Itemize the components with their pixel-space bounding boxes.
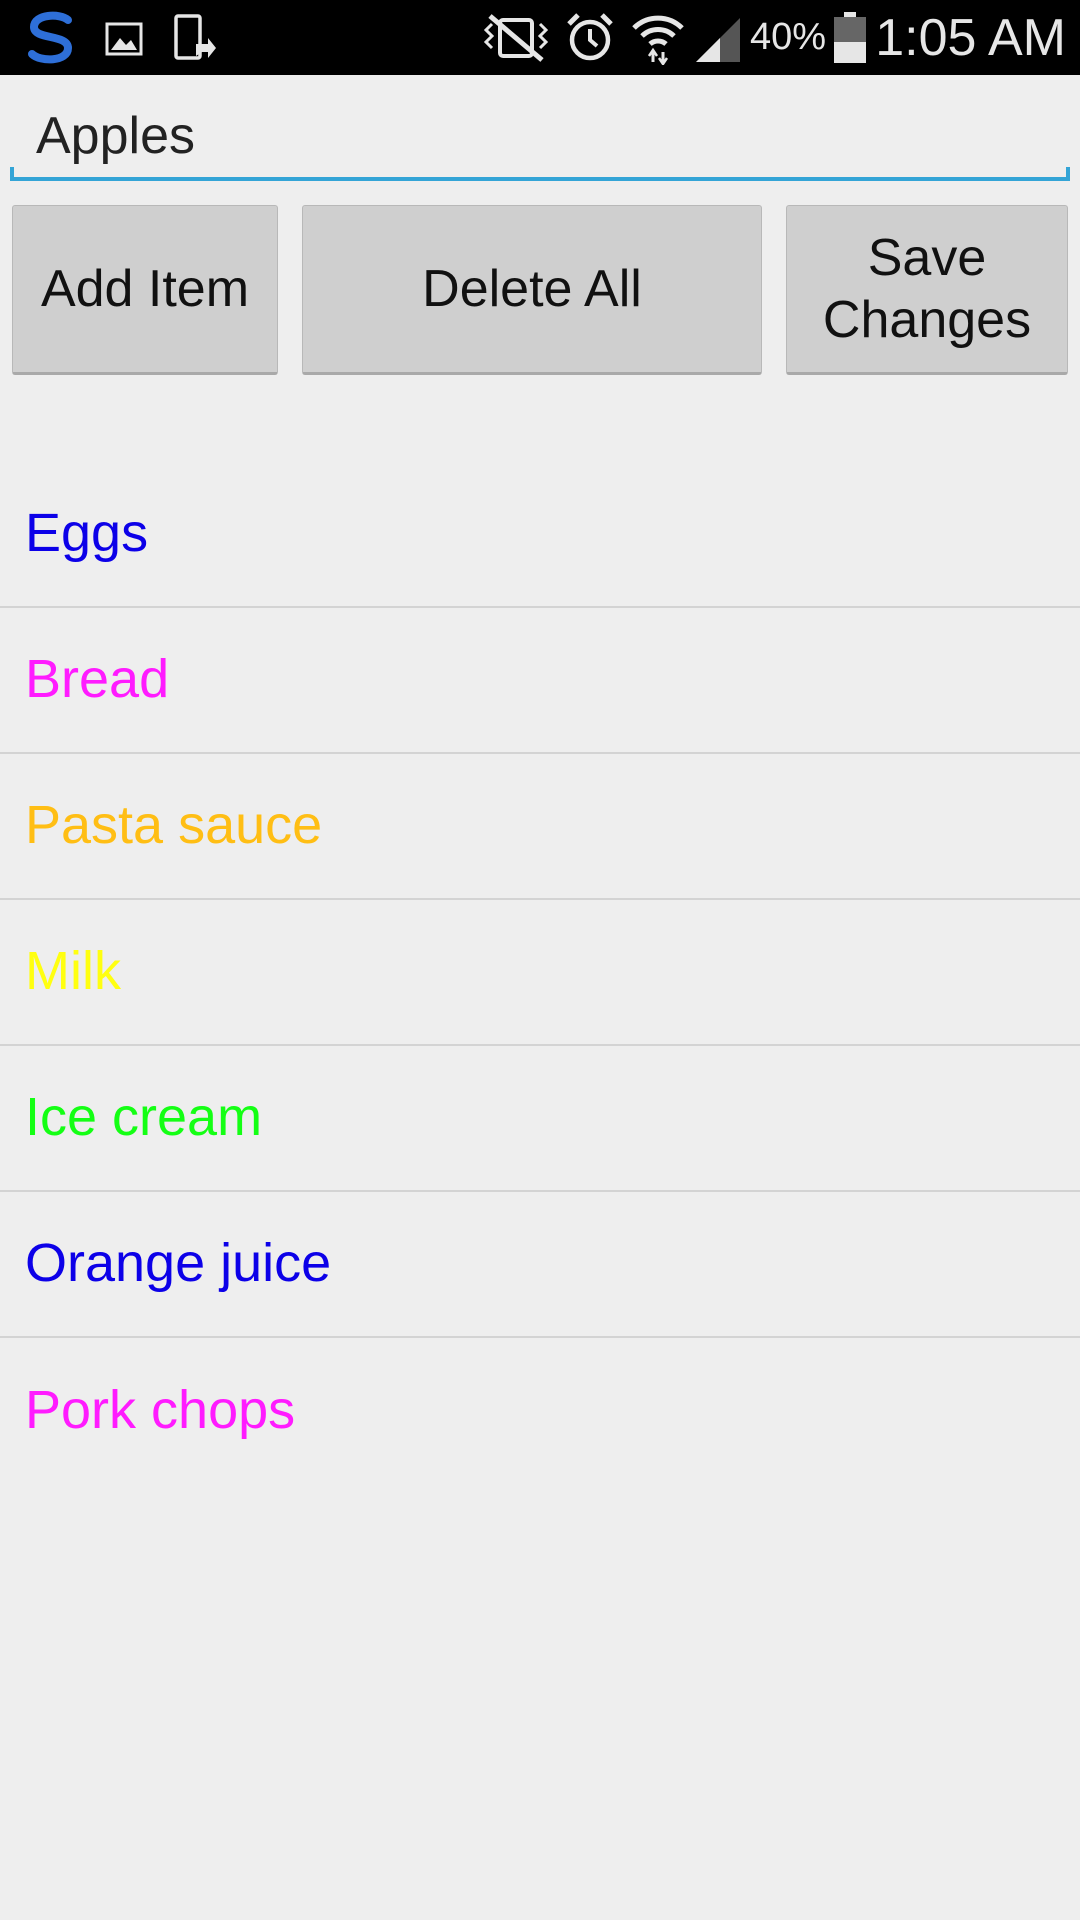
- phone-transfer-icon: [174, 14, 216, 60]
- list-item-label: Milk: [25, 941, 121, 1001]
- signal-icon: [696, 18, 740, 62]
- list-item-label: Orange juice: [25, 1233, 332, 1293]
- clock: 1:05 AM: [875, 9, 1066, 67]
- list-item-label: Pork chops: [25, 1380, 296, 1440]
- battery-icon: [834, 12, 866, 63]
- list-item-label: Ice cream: [25, 1087, 263, 1147]
- list-item[interactable]: Pasta sauce: [0, 754, 1080, 900]
- list-item[interactable]: Bread: [0, 608, 1080, 754]
- list-item-label: Bread: [25, 649, 170, 709]
- list-item[interactable]: Milk: [0, 900, 1080, 1046]
- item-input[interactable]: [10, 95, 1070, 177]
- wifi-icon: [632, 15, 684, 65]
- save-changes-button[interactable]: Save Changes: [786, 205, 1068, 375]
- app-s-icon: [28, 11, 73, 64]
- list-item-label: Pasta sauce: [25, 795, 323, 855]
- delete-all-button[interactable]: Delete All: [302, 205, 762, 375]
- app-content: Add Item Delete All Save Changes Eggs Br…: [0, 75, 1080, 1920]
- list-item[interactable]: Pork chops: [0, 1338, 1080, 1484]
- image-icon: [105, 22, 143, 56]
- list-item[interactable]: Orange juice: [0, 1192, 1080, 1338]
- add-item-button[interactable]: Add Item: [12, 205, 278, 375]
- battery-percent: 40%: [750, 16, 827, 58]
- shopping-list: Eggs Bread Pasta sauce Milk Ice cream Or…: [0, 462, 1080, 1484]
- vibrate-mute-icon: [483, 14, 549, 62]
- list-item[interactable]: Ice cream: [0, 1046, 1080, 1192]
- item-input-container: [10, 95, 1070, 181]
- alarm-icon: [567, 13, 613, 61]
- list-item[interactable]: Eggs: [0, 462, 1080, 608]
- status-bar: 40% 1:05 AM: [0, 0, 1080, 75]
- list-item-label: Eggs: [25, 503, 149, 563]
